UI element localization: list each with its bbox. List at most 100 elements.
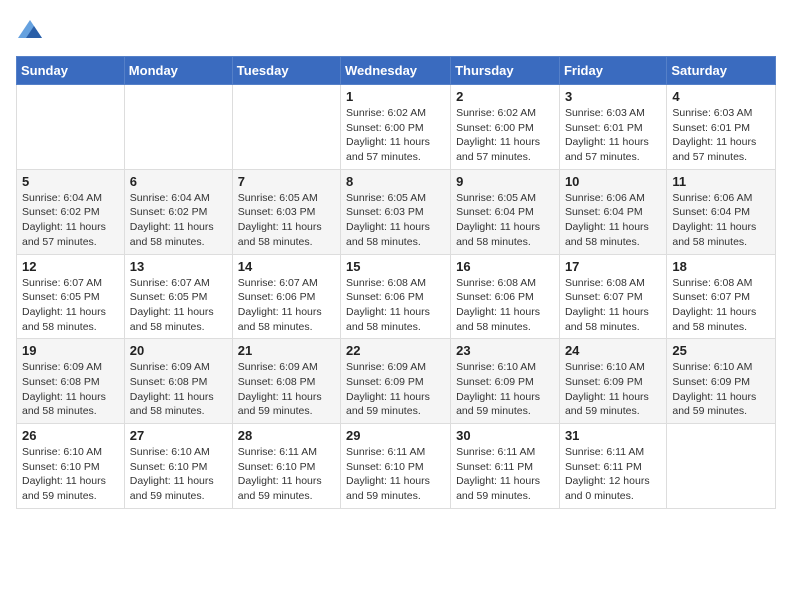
day-info: Sunrise: 6:08 AMSunset: 6:07 PMDaylight:… (565, 276, 661, 335)
day-info: Sunrise: 6:10 AMSunset: 6:10 PMDaylight:… (130, 445, 227, 504)
day-number: 28 (238, 428, 335, 443)
day-number: 7 (238, 174, 335, 189)
calendar-cell: 21 Sunrise: 6:09 AMSunset: 6:08 PMDayligh… (232, 339, 340, 424)
calendar-cell: 27 Sunrise: 6:10 AMSunset: 6:10 PMDayligh… (124, 424, 232, 509)
day-info: Sunrise: 6:05 AMSunset: 6:03 PMDaylight:… (346, 191, 445, 250)
day-info: Sunrise: 6:05 AMSunset: 6:04 PMDaylight:… (456, 191, 554, 250)
day-number: 20 (130, 343, 227, 358)
day-header-sunday: Sunday (17, 57, 125, 85)
day-number: 3 (565, 89, 661, 104)
day-info: Sunrise: 6:06 AMSunset: 6:04 PMDaylight:… (672, 191, 770, 250)
calendar-cell: 31 Sunrise: 6:11 AMSunset: 6:11 PMDayligh… (559, 424, 666, 509)
calendar-cell (667, 424, 776, 509)
day-header-saturday: Saturday (667, 57, 776, 85)
calendar-cell: 11Sunrise: 6:06 AMSunset: 6:04 PMDayligh… (667, 169, 776, 254)
calendar-cell: 8 Sunrise: 6:05 AMSunset: 6:03 PMDaylight… (341, 169, 451, 254)
calendar-cell: 20 Sunrise: 6:09 AMSunset: 6:08 PMDayligh… (124, 339, 232, 424)
calendar-cell: 13 Sunrise: 6:07 AMSunset: 6:05 PMDayligh… (124, 254, 232, 339)
day-info: Sunrise: 6:07 AMSunset: 6:05 PMDaylight:… (22, 276, 119, 335)
day-info: Sunrise: 6:10 AMSunset: 6:09 PMDaylight:… (672, 360, 770, 419)
day-number: 19 (22, 343, 119, 358)
day-info: Sunrise: 6:11 AMSunset: 6:10 PMDaylight:… (238, 445, 335, 504)
day-info: Sunrise: 6:02 AMSunset: 6:00 PMDaylight:… (346, 106, 445, 165)
day-info: Sunrise: 6:11 AMSunset: 6:11 PMDaylight:… (565, 445, 661, 504)
week-row-2: 5Sunrise: 6:04 AMSunset: 6:02 PMDaylight… (17, 169, 776, 254)
day-number: 30 (456, 428, 554, 443)
day-info: Sunrise: 6:03 AMSunset: 6:01 PMDaylight:… (565, 106, 661, 165)
calendar-cell: 24 Sunrise: 6:10 AMSunset: 6:09 PMDayligh… (559, 339, 666, 424)
day-number: 13 (130, 259, 227, 274)
day-number: 31 (565, 428, 661, 443)
calendar-cell: 30 Sunrise: 6:11 AMSunset: 6:11 PMDayligh… (451, 424, 560, 509)
day-number: 16 (456, 259, 554, 274)
day-number: 9 (456, 174, 554, 189)
day-info: Sunrise: 6:07 AMSunset: 6:06 PMDaylight:… (238, 276, 335, 335)
calendar-cell: 10Sunrise: 6:06 AMSunset: 6:04 PMDayligh… (559, 169, 666, 254)
calendar-cell: 16 Sunrise: 6:08 AMSunset: 6:06 PMDayligh… (451, 254, 560, 339)
day-info: Sunrise: 6:11 AMSunset: 6:11 PMDaylight:… (456, 445, 554, 504)
calendar-cell (124, 85, 232, 170)
day-number: 1 (346, 89, 445, 104)
day-number: 24 (565, 343, 661, 358)
logo (16, 16, 48, 44)
day-number: 27 (130, 428, 227, 443)
day-number: 22 (346, 343, 445, 358)
day-number: 2 (456, 89, 554, 104)
calendar-cell: 9 Sunrise: 6:05 AMSunset: 6:04 PMDaylight… (451, 169, 560, 254)
day-number: 8 (346, 174, 445, 189)
week-row-4: 19 Sunrise: 6:09 AMSunset: 6:08 PMDayligh… (17, 339, 776, 424)
calendar-cell (232, 85, 340, 170)
calendar-cell: 28 Sunrise: 6:11 AMSunset: 6:10 PMDayligh… (232, 424, 340, 509)
day-info: Sunrise: 6:08 AMSunset: 6:07 PMDaylight:… (672, 276, 770, 335)
day-info: Sunrise: 6:02 AMSunset: 6:00 PMDaylight:… (456, 106, 554, 165)
page: SundayMondayTuesdayWednesdayThursdayFrid… (0, 0, 792, 525)
calendar-table: SundayMondayTuesdayWednesdayThursdayFrid… (16, 56, 776, 509)
calendar-cell: 17Sunrise: 6:08 AMSunset: 6:07 PMDayligh… (559, 254, 666, 339)
day-number: 26 (22, 428, 119, 443)
day-info: Sunrise: 6:10 AMSunset: 6:10 PMDaylight:… (22, 445, 119, 504)
day-number: 10 (565, 174, 661, 189)
calendar-cell: 5Sunrise: 6:04 AMSunset: 6:02 PMDaylight… (17, 169, 125, 254)
day-info: Sunrise: 6:08 AMSunset: 6:06 PMDaylight:… (456, 276, 554, 335)
calendar-cell: 22Sunrise: 6:09 AMSunset: 6:09 PMDayligh… (341, 339, 451, 424)
day-info: Sunrise: 6:07 AMSunset: 6:05 PMDaylight:… (130, 276, 227, 335)
calendar-cell: 15 Sunrise: 6:08 AMSunset: 6:06 PMDayligh… (341, 254, 451, 339)
day-number: 14 (238, 259, 335, 274)
day-number: 23 (456, 343, 554, 358)
day-number: 15 (346, 259, 445, 274)
calendar-cell: 29Sunrise: 6:11 AMSunset: 6:10 PMDayligh… (341, 424, 451, 509)
day-info: Sunrise: 6:11 AMSunset: 6:10 PMDaylight:… (346, 445, 445, 504)
calendar-cell: 6 Sunrise: 6:04 AMSunset: 6:02 PMDaylight… (124, 169, 232, 254)
calendar-cell: 1 Sunrise: 6:02 AMSunset: 6:00 PMDaylight… (341, 85, 451, 170)
logo-icon (16, 16, 44, 44)
day-number: 6 (130, 174, 227, 189)
day-header-thursday: Thursday (451, 57, 560, 85)
day-info: Sunrise: 6:09 AMSunset: 6:08 PMDaylight:… (238, 360, 335, 419)
day-info: Sunrise: 6:09 AMSunset: 6:08 PMDaylight:… (130, 360, 227, 419)
day-header-monday: Monday (124, 57, 232, 85)
header (16, 16, 776, 44)
day-number: 25 (672, 343, 770, 358)
day-info: Sunrise: 6:05 AMSunset: 6:03 PMDaylight:… (238, 191, 335, 250)
calendar-cell: 18 Sunrise: 6:08 AMSunset: 6:07 PMDayligh… (667, 254, 776, 339)
day-info: Sunrise: 6:10 AMSunset: 6:09 PMDaylight:… (565, 360, 661, 419)
calendar-cell: 19 Sunrise: 6:09 AMSunset: 6:08 PMDayligh… (17, 339, 125, 424)
day-header-friday: Friday (559, 57, 666, 85)
week-row-1: 1 Sunrise: 6:02 AMSunset: 6:00 PMDaylight… (17, 85, 776, 170)
day-info: Sunrise: 6:03 AMSunset: 6:01 PMDaylight:… (672, 106, 770, 165)
calendar-cell: 25 Sunrise: 6:10 AMSunset: 6:09 PMDayligh… (667, 339, 776, 424)
day-info: Sunrise: 6:10 AMSunset: 6:09 PMDaylight:… (456, 360, 554, 419)
calendar-cell: 4Sunrise: 6:03 AMSunset: 6:01 PMDaylight… (667, 85, 776, 170)
calendar-cell: 23 Sunrise: 6:10 AMSunset: 6:09 PMDayligh… (451, 339, 560, 424)
calendar-cell (17, 85, 125, 170)
calendar-header-row: SundayMondayTuesdayWednesdayThursdayFrid… (17, 57, 776, 85)
day-info: Sunrise: 6:04 AMSunset: 6:02 PMDaylight:… (130, 191, 227, 250)
day-number: 12 (22, 259, 119, 274)
calendar-cell: 14 Sunrise: 6:07 AMSunset: 6:06 PMDayligh… (232, 254, 340, 339)
day-number: 18 (672, 259, 770, 274)
calendar-cell: 26 Sunrise: 6:10 AMSunset: 6:10 PMDayligh… (17, 424, 125, 509)
day-info: Sunrise: 6:09 AMSunset: 6:08 PMDaylight:… (22, 360, 119, 419)
day-number: 21 (238, 343, 335, 358)
day-info: Sunrise: 6:08 AMSunset: 6:06 PMDaylight:… (346, 276, 445, 335)
calendar-cell: 7 Sunrise: 6:05 AMSunset: 6:03 PMDaylight… (232, 169, 340, 254)
